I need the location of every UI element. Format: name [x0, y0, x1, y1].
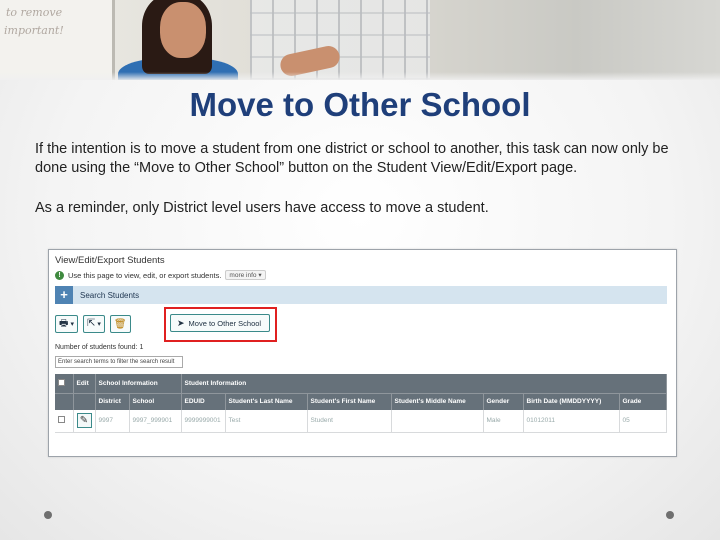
- info-line: ! Use this page to view, edit, or export…: [55, 270, 266, 280]
- trash-icon: 🗑: [113, 318, 127, 330]
- board-text-1: to remove: [6, 6, 63, 19]
- column-header[interactable]: Gender: [483, 392, 524, 410]
- select-all-cell[interactable]: [55, 374, 74, 393]
- more-info-button[interactable]: more info ▾: [225, 270, 266, 280]
- print-button[interactable]: 🖶 ▾: [55, 315, 78, 333]
- row-edit-cell[interactable]: ✎: [73, 410, 96, 433]
- column-header[interactable]: Birth Date (MMDDYYYY): [523, 392, 620, 410]
- pencil-icon[interactable]: ✎: [76, 413, 92, 429]
- delete-button[interactable]: 🗑: [109, 315, 131, 333]
- column-header[interactable]: Grade: [619, 392, 667, 410]
- table-cell: Male: [483, 410, 524, 433]
- whiteboard: to remove important!: [0, 0, 115, 80]
- export-icon: ⇱: [86, 318, 96, 329]
- move-to-other-school-button[interactable]: ➤ Move to Other School: [170, 314, 270, 332]
- column-header[interactable]: Student's First Name: [307, 392, 392, 410]
- table-cell: 05: [619, 410, 667, 433]
- table-cell: 9997_999901: [129, 410, 182, 433]
- student-info-header: Student Information: [181, 374, 667, 393]
- select-all-checkbox[interactable]: [58, 378, 65, 386]
- plus-icon[interactable]: +: [55, 286, 73, 304]
- row-select-cell[interactable]: [55, 410, 74, 433]
- students-table: Edit School Information Student Informat…: [55, 374, 667, 433]
- page-heading: View/Edit/Export Students: [55, 255, 165, 266]
- column-header[interactable]: EDUID: [181, 392, 226, 410]
- students-found-count: Number of students found: 1: [55, 344, 144, 351]
- column-header[interactable]: District: [95, 392, 130, 410]
- table-cell: 9997: [95, 410, 130, 433]
- table-cell: [391, 410, 484, 433]
- table-cell: 9999999001: [181, 410, 226, 433]
- table-cell: Student: [307, 410, 392, 433]
- row-checkbox[interactable]: [58, 416, 65, 424]
- app-screenshot: View/Edit/Export Students ! Use this pag…: [48, 249, 677, 457]
- slide-paragraph-2: As a reminder, only District level users…: [35, 200, 489, 216]
- slide-paragraph-1: If the intention is to move a student fr…: [35, 141, 669, 176]
- table-cell: 01012011: [523, 410, 620, 433]
- column-header[interactable]: Student's Last Name: [225, 392, 308, 410]
- slide-bullet-right: [666, 511, 674, 519]
- filter-search-input[interactable]: Enter search terms to filter the search …: [55, 356, 183, 368]
- school-info-header: School Information: [95, 374, 182, 393]
- move-button-label: Move to Other School: [188, 318, 262, 328]
- info-text: Use this page to view, edit, or export s…: [68, 270, 222, 280]
- export-button[interactable]: ⇱ ▾: [82, 315, 105, 333]
- person-face: [160, 2, 206, 58]
- slide-bullet-left: [44, 511, 52, 519]
- printer-icon: 🖶: [59, 318, 69, 329]
- header-photo: to remove important!: [0, 0, 720, 80]
- toolbar: 🖶 ▾ ⇱ ▾ 🗑: [55, 314, 131, 334]
- search-students-panel[interactable]: + Search Students: [55, 286, 667, 304]
- info-icon: !: [55, 270, 64, 280]
- navigate-arrow-icon: ➤: [177, 317, 185, 328]
- search-students-label: Search Students: [80, 290, 140, 300]
- table-row[interactable]: ✎ 9997 9997_999901 9999999001 Test Stude…: [55, 410, 667, 433]
- chevron-down-icon: ▾: [70, 321, 74, 328]
- board-text-2: important!: [4, 24, 64, 37]
- column-header[interactable]: Student's Middle Name: [391, 392, 484, 410]
- edit-group-header: Edit: [73, 374, 96, 393]
- table-cell: Test: [225, 410, 308, 433]
- chevron-down-icon: ▾: [97, 321, 101, 328]
- column-header[interactable]: School: [129, 392, 182, 410]
- slide-title: Move to Other School: [189, 86, 531, 123]
